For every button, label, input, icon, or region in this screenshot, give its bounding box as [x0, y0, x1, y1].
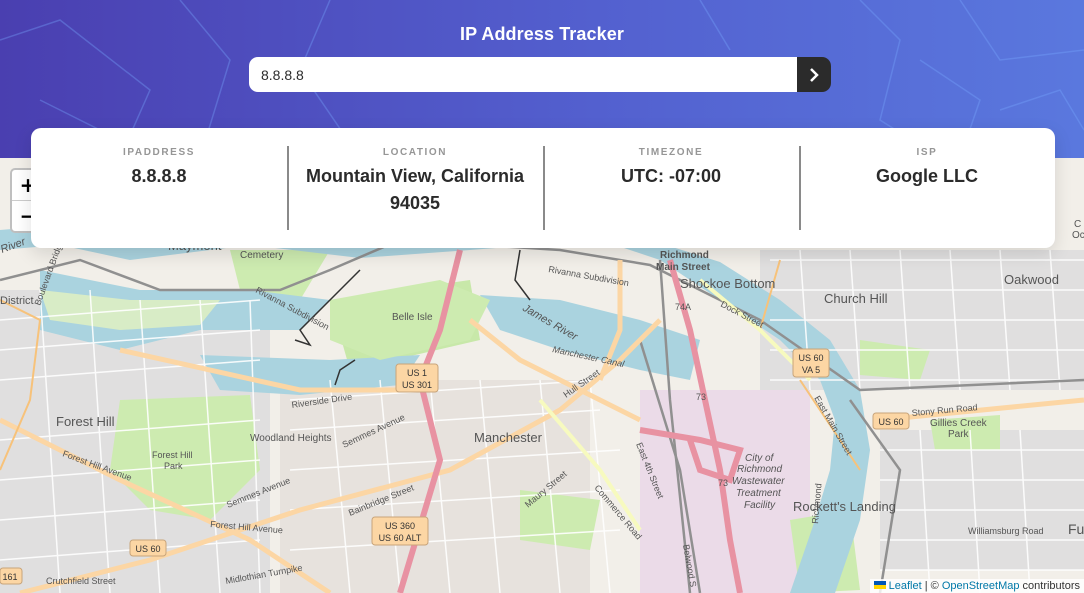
page-title: IP Address Tracker — [460, 24, 624, 44]
label-oakwood: Oakwood — [1004, 272, 1059, 287]
attribution-contributors: contributors — [1019, 580, 1080, 592]
map-attribution: Leaflet | © OpenStreetMap contributors — [869, 579, 1084, 593]
timezone-label: TIMEZONE — [638, 147, 704, 158]
ip-address-value: 8.8.8.8 — [131, 166, 187, 186]
search-submit-button[interactable] — [797, 57, 831, 92]
label-edge-oc: Oc — [1072, 230, 1084, 241]
label-church-hill: Church Hill — [824, 291, 888, 306]
label-rocketts-landing: Rockett's Landing — [793, 499, 896, 514]
label-forest-hill-park-2: Park — [164, 461, 183, 471]
ip-search-input[interactable] — [249, 57, 797, 92]
label-wastewater-2: Richmond — [737, 464, 782, 475]
shield-us1-a: US 1 — [407, 368, 427, 378]
shield-161: 161 — [2, 572, 17, 582]
shield-us360-a: US 360 — [385, 521, 415, 531]
shield-us360-b: US 60 ALT — [379, 533, 422, 543]
location-value: Mountain View, California 94035 — [305, 166, 525, 213]
ip-address-label: IPADDRESS — [122, 147, 195, 158]
label-district: District — [0, 295, 34, 307]
label-richmond-main-street-2: Main Street — [656, 262, 711, 273]
location-label: LOCATION — [382, 147, 448, 158]
stat-location: LOCATION Mountain View, California 94035 — [287, 128, 543, 248]
label-woodland-heights: Woodland Heights — [250, 433, 332, 444]
timezone-value: UTC: -07:00 — [620, 166, 722, 186]
leaflet-link[interactable]: Leaflet — [889, 580, 922, 592]
label-74a: 74A — [675, 302, 691, 312]
openstreetmap-link[interactable]: OpenStreetMap — [942, 580, 1020, 592]
isp-value: Google LLC — [876, 166, 978, 186]
attribution-separator: | © — [921, 580, 942, 592]
label-forest-hill-park-1: Forest Hill — [152, 450, 193, 460]
shield-us60-east: US 60 — [878, 417, 903, 427]
label-williamsburg-road: Williamsburg Road — [968, 526, 1044, 536]
ukraine-flag-icon — [873, 581, 886, 589]
label-edge-fu: Fu — [1068, 521, 1084, 537]
label-gillies-creek-park-1: Gillies Creek — [930, 418, 988, 429]
stat-timezone: TIMEZONE UTC: -07:00 — [543, 128, 799, 248]
isp-label: ISP — [916, 147, 938, 158]
label-cemetery: Cemetery — [240, 250, 283, 261]
stat-isp: ISP Google LLC — [799, 128, 1055, 248]
label-shockoe-bottom: Shockoe Bottom — [680, 276, 775, 291]
label-wastewater-4: Treatment — [736, 488, 782, 499]
chevron-right-icon — [810, 67, 819, 82]
shield-us60-va5-a: US 60 — [798, 353, 823, 363]
shield-us60-west: US 60 — [135, 544, 160, 554]
label-edge-c: C — [1074, 219, 1081, 230]
label-belle-isle: Belle Isle — [392, 312, 433, 323]
label-manchester: Manchester — [474, 430, 543, 445]
shield-us1-b: US 301 — [402, 380, 432, 390]
label-wastewater-5: Facility — [744, 500, 776, 511]
ip-search-bar — [249, 57, 831, 92]
label-wastewater-3: Wastewater — [732, 476, 785, 487]
shield-us60-va5-b: VA 5 — [802, 365, 820, 375]
ip-info-card: IPADDRESS 8.8.8.8 LOCATION Mountain View… — [31, 128, 1055, 248]
label-73a: 73 — [696, 392, 706, 402]
label-wastewater-1: City of — [745, 453, 775, 464]
label-73b: 73 — [718, 478, 728, 488]
label-richmond-main-street-1: Richmond — [660, 250, 709, 261]
label-crutchfield-street: Crutchfield Street — [46, 576, 116, 586]
label-gillies-creek-park-2: Park — [948, 429, 970, 440]
label-forest-hill: Forest Hill — [56, 414, 115, 429]
stat-ip-address: IPADDRESS 8.8.8.8 — [31, 128, 287, 248]
